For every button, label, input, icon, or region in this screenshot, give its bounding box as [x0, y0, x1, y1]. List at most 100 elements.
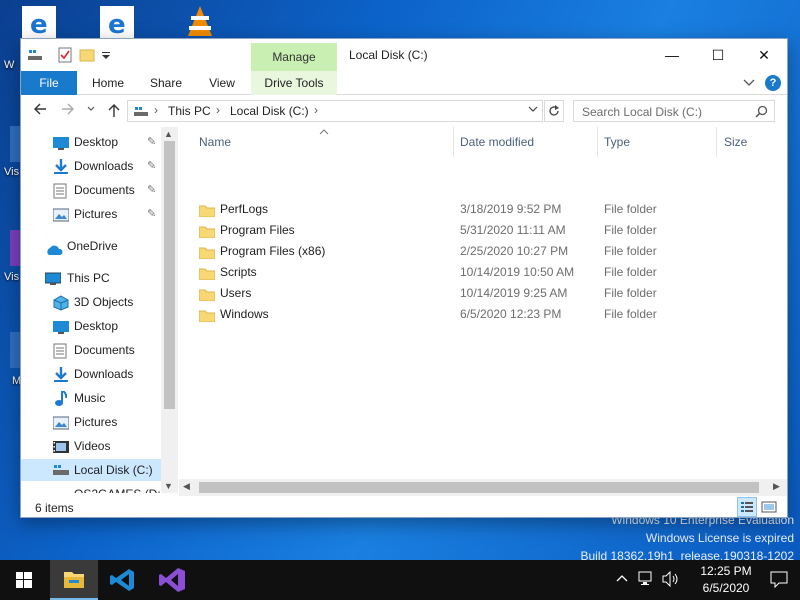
column-header-type[interactable]: Type — [604, 135, 630, 149]
scroll-down-icon[interactable]: ▼ — [164, 481, 173, 491]
breadcrumb-this-pc[interactable]: This PC — [168, 104, 211, 118]
file-name: Program Files (x86) — [220, 244, 326, 258]
breadcrumb-separator-icon[interactable]: › — [154, 103, 158, 117]
horizontal-scrollbar[interactable]: ◀ ▶ — [179, 479, 787, 496]
computer-icon — [133, 105, 149, 122]
file-row[interactable]: Windows 6/5/2020 12:23 PM File folder — [197, 304, 757, 325]
title-bar[interactable]: Manage Local Disk (C:) — ☐ ✕ — [21, 39, 787, 71]
tab-file[interactable]: File — [21, 71, 77, 95]
notification-icon[interactable] — [770, 570, 788, 591]
show-hidden-icons-icon[interactable] — [616, 572, 628, 586]
breadcrumb-separator-icon[interactable]: › — [216, 103, 220, 117]
nav-item-documents[interactable]: Documents — [21, 339, 161, 361]
volume-icon[interactable] — [662, 570, 680, 590]
column-divider[interactable] — [597, 127, 598, 157]
svg-text:e: e — [30, 10, 48, 40]
taskbar-vscode[interactable] — [100, 560, 148, 600]
refresh-icon — [549, 105, 559, 116]
drive-icon — [53, 463, 69, 485]
taskbar-file-explorer[interactable] — [50, 560, 98, 600]
close-button[interactable]: ✕ — [741, 39, 787, 71]
nav-pane-scrollbar[interactable]: ▲ ▼ — [161, 127, 178, 493]
scroll-left-icon[interactable]: ◀ — [183, 481, 190, 492]
customize-qat-icon[interactable] — [101, 47, 111, 63]
nav-item-videos[interactable]: Videos — [21, 435, 161, 457]
tab-share[interactable]: Share — [141, 71, 191, 95]
breadcrumb-local-disk[interactable]: Local Disk (C:) — [230, 104, 309, 118]
new-folder-icon[interactable] — [79, 47, 95, 63]
pin-icon[interactable]: ✎ — [147, 179, 156, 201]
address-dropdown-icon[interactable] — [528, 104, 538, 117]
nav-item-3d-objects[interactable]: 3D Objects — [21, 291, 161, 313]
nav-item-label: Documents — [74, 183, 135, 197]
forward-button[interactable] — [59, 102, 77, 120]
computer-icon — [44, 271, 62, 293]
file-row[interactable]: Scripts 10/14/2019 10:50 AM File folder — [197, 262, 757, 283]
file-type: File folder — [604, 223, 657, 237]
nav-item-label: Local Disk (C:) — [74, 463, 153, 477]
column-header-name[interactable]: Name — [199, 135, 231, 149]
tab-view[interactable]: View — [199, 71, 245, 95]
search-box[interactable]: Search Local Disk (C:) — [573, 100, 775, 122]
nav-item-pictures[interactable]: Pictures — [21, 411, 161, 433]
pin-icon[interactable]: ✎ — [147, 203, 156, 225]
file-row[interactable]: Program Files 5/31/2020 11:11 AM File fo… — [197, 220, 757, 241]
scroll-right-icon[interactable]: ▶ — [773, 481, 780, 492]
details-view-button[interactable] — [737, 497, 757, 517]
file-type: File folder — [604, 202, 657, 216]
column-header-date[interactable]: Date modified — [460, 135, 534, 149]
chevron-down-icon[interactable] — [743, 76, 755, 90]
scrollbar-thumb[interactable] — [199, 482, 759, 493]
properties-icon[interactable] — [57, 47, 73, 63]
up-button[interactable] — [105, 102, 123, 120]
column-header-size[interactable]: Size — [724, 135, 747, 149]
minimize-button[interactable]: — — [649, 39, 695, 71]
scrollbar-thumb[interactable] — [164, 141, 175, 409]
breadcrumb-separator-icon[interactable]: › — [314, 103, 318, 117]
file-type: File folder — [604, 307, 657, 321]
taskbar-visual-studio[interactable] — [150, 560, 198, 600]
refresh-button[interactable] — [544, 100, 564, 122]
column-divider[interactable] — [716, 127, 717, 157]
address-bar[interactable]: › This PC › Local Disk (C:) › — [127, 100, 543, 122]
quick-access-toolbar — [27, 47, 111, 63]
nav-item-desktop[interactable]: Desktop ✎ — [21, 131, 161, 153]
file-row[interactable]: PerfLogs 3/18/2019 9:52 PM File folder — [197, 199, 757, 220]
file-date: 3/18/2019 9:52 PM — [460, 202, 562, 216]
scroll-up-icon[interactable]: ▲ — [164, 129, 173, 139]
nav-item-music[interactable]: Music — [21, 387, 161, 409]
network-icon[interactable] — [638, 571, 654, 590]
nav-item-downloads[interactable]: Downloads ✎ — [21, 155, 161, 177]
tab-drive-tools[interactable]: Drive Tools — [251, 71, 337, 95]
videos-icon — [53, 439, 69, 461]
large-icons-view-button[interactable] — [759, 497, 779, 517]
window-controls: — ☐ ✕ — [649, 39, 787, 71]
arrow-up-icon — [108, 104, 120, 117]
nav-item-pictures[interactable]: Pictures ✎ — [21, 203, 161, 225]
tab-home[interactable]: Home — [83, 71, 133, 95]
clock[interactable]: 12:25 PM 6/5/2020 — [696, 563, 756, 597]
nav-item-documents[interactable]: Documents ✎ — [21, 179, 161, 201]
pin-icon[interactable]: ✎ — [147, 131, 156, 153]
help-icon[interactable]: ? — [765, 75, 781, 91]
nav-item-onedrive[interactable]: OneDrive — [21, 235, 161, 257]
nav-item-downloads[interactable]: Downloads — [21, 363, 161, 385]
nav-item-os2games[interactable]: OS2GAMES (D:) — [21, 483, 165, 493]
search-input[interactable]: Search Local Disk (C:) — [582, 105, 702, 119]
file-row[interactable]: Program Files (x86) 2/25/2020 10:27 PM F… — [197, 241, 757, 262]
file-type: File folder — [604, 244, 657, 258]
back-button[interactable] — [31, 102, 49, 120]
maximize-button[interactable]: ☐ — [695, 39, 741, 71]
nav-item-label: Desktop — [74, 319, 119, 333]
nav-item-local-disk[interactable]: Local Disk (C:) — [21, 459, 161, 481]
nav-item-this-pc[interactable]: This PC — [21, 267, 161, 289]
file-row[interactable]: Users 10/14/2019 9:25 AM File folder — [197, 283, 757, 304]
start-button[interactable] — [0, 560, 48, 600]
chevron-down-icon — [87, 106, 95, 111]
column-divider[interactable] — [453, 127, 454, 157]
nav-item-desktop[interactable]: Desktop — [21, 315, 161, 337]
navigation-pane: Desktop ✎ Downloads ✎ Documents ✎ Pictur… — [21, 127, 179, 493]
recent-locations-button[interactable] — [85, 102, 97, 120]
nav-item-label: OS2GAMES (D:) — [74, 483, 165, 493]
pin-icon[interactable]: ✎ — [147, 155, 156, 177]
